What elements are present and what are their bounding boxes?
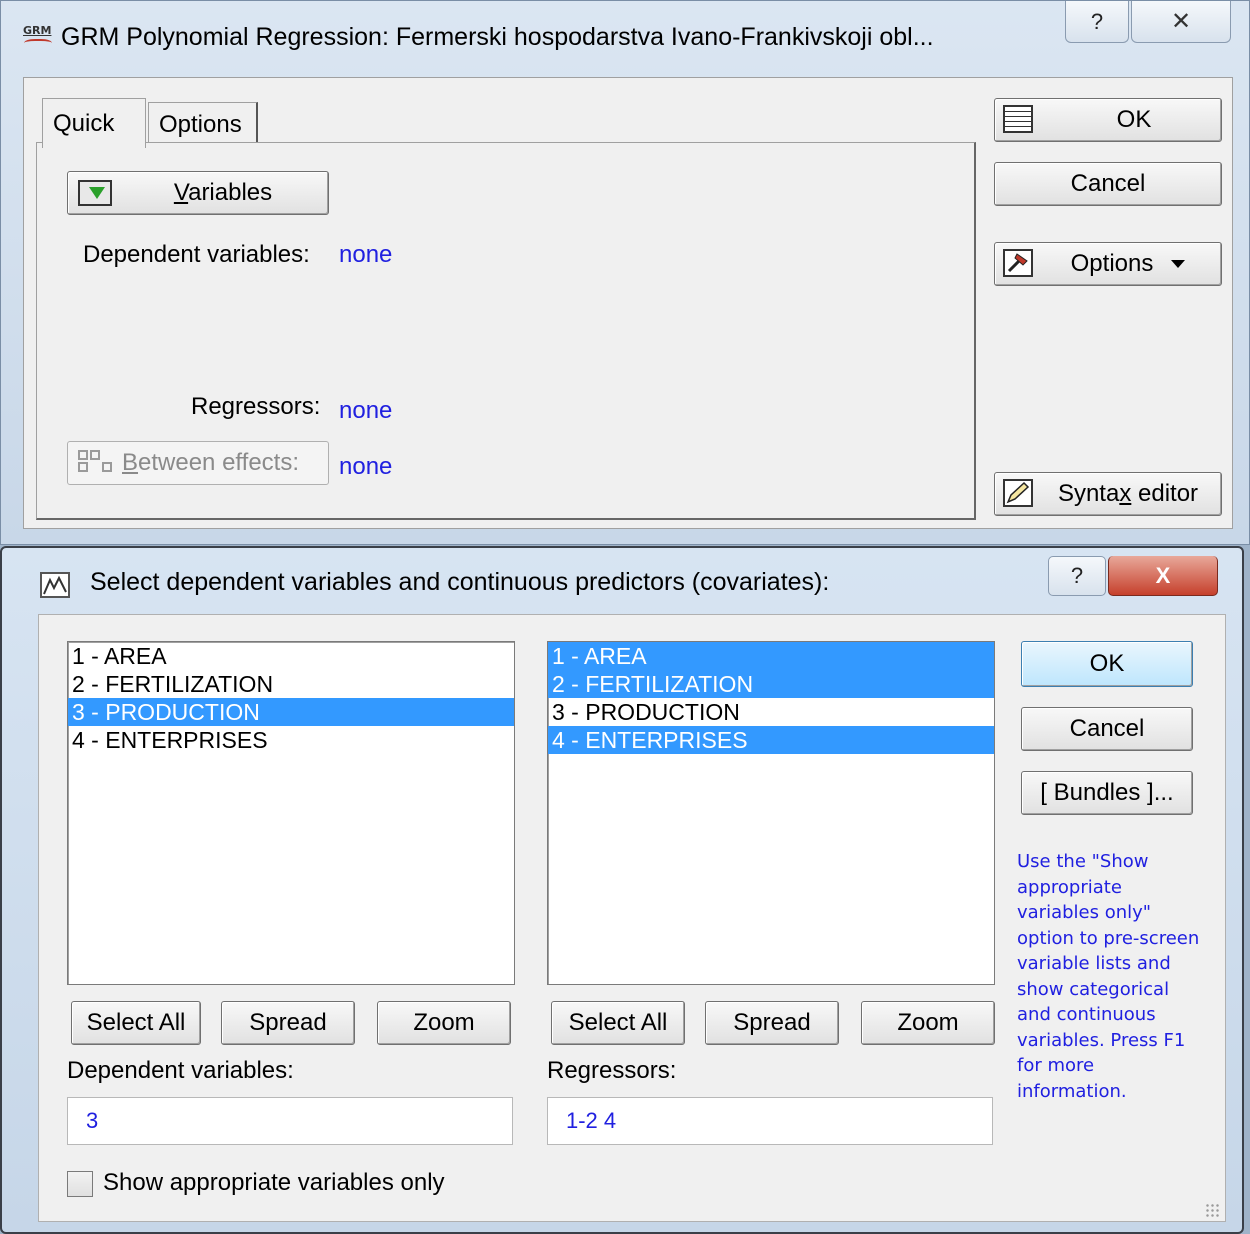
syntax-editor-button[interactable]: Syntax editor bbox=[994, 472, 1222, 516]
regressors-label: Regressors: bbox=[547, 1057, 677, 1084]
tab-options[interactable]: Options bbox=[148, 102, 258, 146]
left-zoom-button[interactable]: Zoom bbox=[377, 1001, 511, 1045]
list-item[interactable]: 1 - AREA bbox=[68, 642, 514, 670]
list-item[interactable]: 4 - ENTERPRISES bbox=[548, 726, 994, 754]
ok-button[interactable]: OK bbox=[1021, 641, 1193, 687]
bundles-button[interactable]: [ Bundles ]... bbox=[1021, 771, 1193, 815]
cancel-button[interactable]: Cancel bbox=[994, 162, 1222, 206]
regressors-input[interactable]: 1-2 4 bbox=[547, 1097, 993, 1145]
dependent-variables-label: Dependent variables: bbox=[83, 241, 310, 268]
cancel-button[interactable]: Cancel bbox=[1021, 707, 1193, 751]
between-effects-icon bbox=[76, 448, 116, 478]
list-item[interactable]: 1 - AREA bbox=[548, 642, 994, 670]
close-button[interactable]: X bbox=[1108, 556, 1218, 596]
grm-dialog: GRM GRM Polynomial Regression: Fermerski… bbox=[0, 0, 1250, 545]
spreadsheet-icon bbox=[1003, 105, 1033, 133]
regressors-label: Regressors: bbox=[191, 393, 321, 420]
help-hint-text: Use the "Show appropriate variables only… bbox=[1017, 851, 1200, 1102]
dialog-client: Quick Options Variables Dependent variab… bbox=[23, 77, 1233, 529]
between-effects-button: Between effects: bbox=[67, 441, 329, 485]
hammer-icon bbox=[1003, 249, 1033, 277]
help-button[interactable]: ? bbox=[1065, 1, 1129, 43]
edit-pencil-icon bbox=[1003, 479, 1033, 507]
quick-tab-pane: Variables Dependent variables: none Regr… bbox=[36, 142, 976, 520]
window-title: GRM Polynomial Regression: Fermerski hos… bbox=[61, 23, 934, 51]
left-select-all-button[interactable]: Select All bbox=[71, 1001, 201, 1045]
right-select-all-button[interactable]: Select All bbox=[551, 1001, 685, 1045]
tab-quick[interactable]: Quick bbox=[42, 98, 146, 148]
window-title: Select dependent variables and continuou… bbox=[90, 568, 830, 596]
close-button[interactable]: ✕ bbox=[1131, 1, 1231, 43]
variables-icon bbox=[78, 180, 112, 206]
dependent-variables-input[interactable]: 3 bbox=[67, 1097, 513, 1145]
variables-button[interactable]: Variables bbox=[67, 171, 329, 215]
help-button[interactable]: ? bbox=[1048, 556, 1106, 596]
chevron-down-icon bbox=[1171, 260, 1186, 268]
checkbox-label[interactable]: Show appropriate variables only bbox=[103, 1169, 445, 1197]
dependent-variables-label: Dependent variables: bbox=[67, 1057, 294, 1084]
list-item[interactable]: 3 - PRODUCTION bbox=[548, 698, 994, 726]
title-bar[interactable]: GRM GRM Polynomial Regression: Fermerski… bbox=[1, 1, 1249, 73]
list-item[interactable]: 3 - PRODUCTION bbox=[68, 698, 514, 726]
chart-app-icon bbox=[40, 572, 70, 598]
dialog-client: 1 - AREA 2 - FERTILIZATION 3 - PRODUCTIO… bbox=[38, 614, 1226, 1222]
list-item[interactable]: 2 - FERTILIZATION bbox=[548, 670, 994, 698]
regressors-value: none bbox=[339, 397, 393, 424]
select-variables-dialog: Select dependent variables and continuou… bbox=[0, 546, 1244, 1234]
list-item[interactable]: 2 - FERTILIZATION bbox=[68, 670, 514, 698]
dependent-variables-list[interactable]: 1 - AREA 2 - FERTILIZATION 3 - PRODUCTIO… bbox=[67, 641, 515, 985]
ok-button[interactable]: OK bbox=[994, 98, 1222, 142]
show-appropriate-checkbox[interactable] bbox=[67, 1171, 93, 1197]
grm-app-icon: GRM bbox=[23, 25, 53, 53]
resize-grip-icon[interactable] bbox=[1205, 1203, 1219, 1217]
options-dropdown-button[interactable]: Options bbox=[994, 242, 1222, 286]
regressors-list[interactable]: 1 - AREA 2 - FERTILIZATION 3 - PRODUCTIO… bbox=[547, 641, 995, 985]
list-item[interactable]: 4 - ENTERPRISES bbox=[68, 726, 514, 754]
right-spread-button[interactable]: Spread bbox=[705, 1001, 839, 1045]
right-zoom-button[interactable]: Zoom bbox=[861, 1001, 995, 1045]
between-effects-value: none bbox=[339, 453, 393, 480]
dependent-variables-value: none bbox=[339, 241, 393, 268]
left-spread-button[interactable]: Spread bbox=[221, 1001, 355, 1045]
